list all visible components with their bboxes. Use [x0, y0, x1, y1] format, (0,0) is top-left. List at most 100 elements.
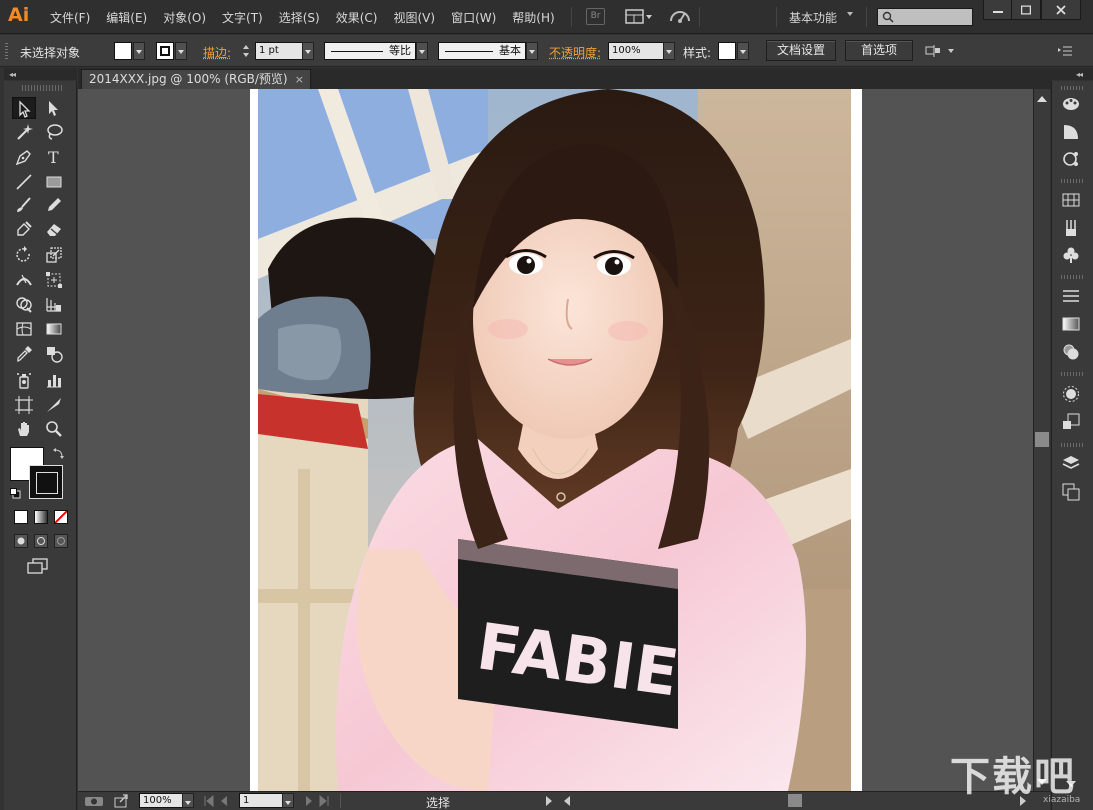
artboard-next-arrows-icon[interactable] [304, 795, 344, 807]
opacity-label[interactable]: 不透明度: [549, 44, 601, 61]
stroke-weight-input[interactable]: 1 pt [255, 42, 303, 60]
collapse-toolbox-icon[interactable]: ◂◂ [9, 70, 16, 79]
default-fill-stroke-icon[interactable] [10, 488, 21, 499]
panel-grip[interactable] [5, 43, 8, 59]
panel-grip[interactable] [1061, 372, 1083, 376]
selection-tool[interactable] [12, 97, 36, 119]
swatches-panel-button[interactable] [1060, 189, 1082, 211]
free-transform-tool[interactable] [42, 269, 66, 291]
vertical-scrollbar[interactable] [1033, 89, 1050, 791]
draw-normal-button[interactable] [14, 534, 28, 548]
pen-tool[interactable] [12, 146, 36, 168]
zoom-dropdown[interactable] [182, 793, 194, 808]
close-tab-icon[interactable]: × [295, 70, 304, 89]
opacity-input[interactable]: 100% [608, 42, 664, 60]
shape-builder-tool[interactable] [12, 293, 36, 315]
appearance-panel-button[interactable] [1060, 383, 1082, 405]
panel-grip[interactable] [22, 85, 62, 91]
close-button[interactable] [1041, 0, 1081, 20]
graphic-style-dropdown[interactable] [737, 42, 749, 60]
magic-wand-tool[interactable] [12, 121, 36, 143]
rotate-tool[interactable] [12, 244, 36, 266]
line-segment-tool[interactable] [12, 171, 36, 193]
draw-behind-button[interactable] [34, 534, 48, 548]
eyedropper-tool[interactable] [12, 343, 36, 365]
brushes-panel-button[interactable] [1060, 217, 1082, 239]
gradient-panel-button[interactable] [1060, 313, 1082, 335]
direct-selection-tool[interactable] [42, 97, 66, 119]
align-options-icon[interactable] [925, 44, 955, 61]
color-guide-panel-button[interactable] [1060, 121, 1082, 143]
chevron-down-icon[interactable] [847, 12, 853, 16]
preferences-button[interactable]: 首选项 [845, 40, 913, 61]
panel-grip[interactable] [1061, 443, 1083, 447]
layers-panel-button[interactable] [1060, 453, 1082, 475]
panel-grip[interactable] [1061, 86, 1083, 90]
transparency-panel-button[interactable] [1060, 341, 1082, 363]
document-tab[interactable]: 2014XXX.jpg @ 100% (RGB/预览) × [81, 69, 311, 89]
artboard[interactable]: FABIE [250, 89, 862, 791]
expand-dock-icon[interactable]: ◂◂ [1076, 70, 1083, 79]
color-mode-button[interactable] [14, 510, 28, 524]
stroke-dropdown[interactable] [175, 42, 187, 60]
brush-definition[interactable]: 基本 [438, 42, 526, 60]
menu-type[interactable]: 文字(T) [222, 9, 271, 26]
draw-inside-button[interactable] [54, 534, 68, 548]
horizontal-scroll-thumb[interactable] [788, 794, 802, 807]
rectangle-tool[interactable] [42, 171, 66, 193]
scroll-left-icon[interactable] [562, 795, 572, 807]
symbols-panel-button[interactable] [1060, 244, 1082, 266]
placed-photo[interactable]: FABIE [258, 89, 851, 791]
zoom-tool[interactable] [42, 418, 66, 440]
artboards-panel-button[interactable] [1060, 481, 1082, 503]
bridge-button[interactable]: Br [586, 8, 605, 25]
document-setup-button[interactable]: 文档设置 [766, 40, 836, 61]
search-help-input[interactable] [877, 8, 973, 26]
none-mode-button[interactable] [54, 510, 68, 524]
workspace-switcher[interactable]: 基本功能 [789, 9, 837, 26]
panel-grip[interactable] [1061, 275, 1083, 279]
paintbrush-tool[interactable] [12, 194, 36, 216]
pencil-tool[interactable] [42, 194, 66, 216]
menu-object[interactable]: 对象(O) [163, 9, 214, 26]
eraser-tool[interactable] [42, 218, 66, 240]
maximize-button[interactable] [1011, 0, 1041, 20]
brush-dropdown[interactable] [526, 42, 538, 60]
panel-grip[interactable] [1061, 179, 1083, 183]
perspective-grid-tool[interactable] [42, 293, 66, 315]
menu-select[interactable]: 选择(S) [279, 9, 328, 26]
current-tool-status[interactable]: 选择 [426, 794, 450, 810]
vertical-scroll-thumb[interactable] [1035, 432, 1049, 447]
minimize-button[interactable] [983, 0, 1013, 20]
stroke-panel-button[interactable] [1060, 285, 1082, 307]
stroke-color-swatch[interactable] [156, 42, 174, 60]
column-graph-tool[interactable] [42, 369, 66, 391]
canvas-area[interactable]: FABIE [78, 89, 1033, 791]
status-menu-arrow-icon[interactable] [544, 795, 554, 807]
gradient-mode-button[interactable] [34, 510, 48, 524]
screen-mode-icon[interactable] [27, 558, 49, 575]
variable-width-profile[interactable]: 等比 [324, 42, 416, 60]
lasso-tool[interactable] [42, 121, 66, 143]
menu-view[interactable]: 视图(V) [393, 9, 443, 26]
export-icon[interactable] [114, 794, 130, 808]
gradient-tool[interactable] [42, 318, 66, 340]
menu-file[interactable]: 文件(F) [50, 9, 98, 26]
artboard-dropdown[interactable] [282, 793, 294, 808]
fill-color-swatch[interactable] [114, 42, 132, 60]
artboard-nav-icon[interactable] [84, 795, 104, 807]
fill-dropdown[interactable] [133, 42, 145, 60]
gpu-performance-icon[interactable] [668, 6, 692, 28]
color-panel-button[interactable] [1060, 93, 1082, 115]
stroke-weight-stepper[interactable] [239, 42, 253, 60]
graphic-styles-panel-button[interactable] [1060, 411, 1082, 433]
swap-fill-stroke-icon[interactable] [53, 447, 65, 459]
menu-help[interactable]: 帮助(H) [512, 9, 562, 26]
opacity-flyout[interactable] [663, 42, 675, 60]
variable-width-dropdown[interactable] [416, 42, 428, 60]
blob-brush-tool[interactable] [12, 218, 36, 240]
slice-tool[interactable] [42, 394, 66, 416]
artboard-tool[interactable] [12, 394, 36, 416]
menu-window[interactable]: 窗口(W) [451, 9, 504, 26]
hand-tool[interactable] [12, 418, 36, 440]
